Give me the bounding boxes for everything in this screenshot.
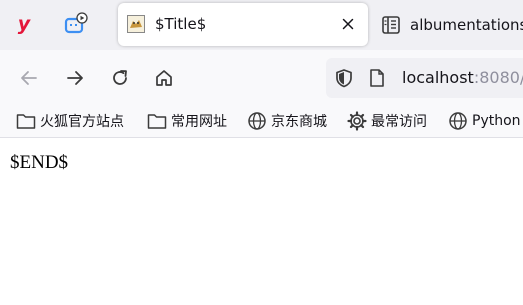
bookmarks-toolbar: 火狐官方站点 常用网址 京东商城 最常访问 Python: [0, 105, 523, 138]
bookmark-item-most-visited[interactable]: 最常访问: [347, 109, 427, 133]
page-content: $END$: [0, 138, 523, 305]
pinned-tab-video[interactable]: [62, 10, 90, 38]
tomcat-favicon-icon: [127, 15, 145, 33]
home-button[interactable]: [150, 64, 178, 92]
close-icon: [342, 18, 354, 30]
tab-active[interactable]: $Title$: [118, 3, 368, 46]
gear-icon: [347, 111, 367, 131]
reload-button[interactable]: [106, 64, 134, 92]
tab-title: albumentations: [410, 16, 523, 34]
nav-bar: localhost:8080/: [0, 50, 523, 105]
yuque-logo-icon: y: [17, 12, 31, 35]
folder-icon: [147, 114, 167, 129]
back-arrow-icon: [21, 71, 37, 85]
browser-window: y $Title$ albumentations localhost:8080/…: [0, 0, 523, 305]
bookmark-label: Python: [472, 113, 521, 129]
shield-icon[interactable]: [334, 68, 354, 88]
forward-button[interactable]: [61, 64, 89, 92]
page-icon[interactable]: [368, 68, 386, 88]
bookmark-item-common-sites[interactable]: 常用网址: [147, 109, 227, 133]
url-bar[interactable]: localhost:8080/: [326, 58, 523, 98]
url-port: :8080/: [473, 68, 523, 87]
forward-arrow-icon: [67, 71, 83, 85]
bookmark-label: 京东商城: [271, 114, 327, 130]
url-host: localhost: [402, 68, 474, 87]
bookmark-label: 常用网址: [171, 114, 227, 130]
tab-strip: y $Title$ albumentations: [0, 0, 523, 50]
bookmark-item-python[interactable]: Python: [448, 109, 521, 133]
url-text[interactable]: localhost:8080/: [402, 68, 523, 88]
tab-inactive[interactable]: albumentations: [372, 3, 523, 46]
book-favicon-icon: [382, 16, 400, 34]
folder-icon: [16, 114, 36, 129]
reload-icon: [113, 70, 127, 85]
back-button[interactable]: [15, 64, 43, 92]
tv-play-icon: [64, 12, 88, 34]
bookmark-label: 火狐官方站点: [40, 114, 124, 130]
globe-icon: [248, 112, 266, 130]
pinned-tab-yuque[interactable]: y: [10, 10, 38, 38]
home-icon: [156, 70, 172, 86]
bookmark-item-jd[interactable]: 京东商城: [247, 109, 327, 133]
tab-title: $Title$: [155, 15, 207, 33]
tab-close-button[interactable]: [338, 14, 358, 34]
bookmark-label: 最常访问: [371, 114, 427, 130]
page-body-text: $END$: [10, 152, 69, 173]
globe-icon: [449, 112, 467, 130]
bookmark-item-firefox-official[interactable]: 火狐官方站点: [16, 109, 124, 133]
